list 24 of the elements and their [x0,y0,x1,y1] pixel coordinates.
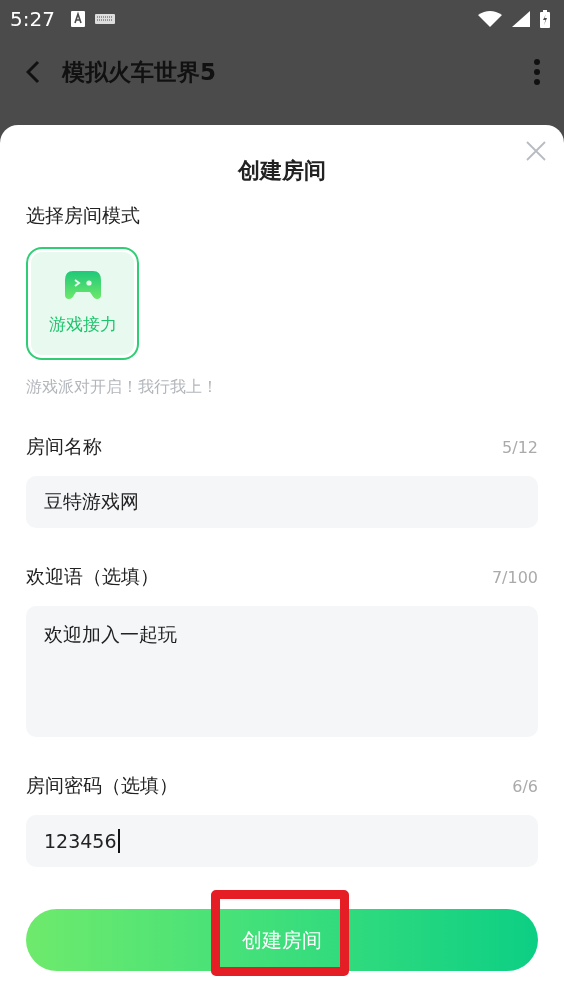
signal-icon [512,11,530,27]
character-count: 5/12 [502,437,538,457]
back-icon[interactable] [26,60,40,84]
field-label: 欢迎语（选填） [26,564,159,589]
section-label: 选择房间模式 [26,203,141,228]
sheet-title: 创建房间 [238,157,326,185]
mode-label: 游戏接力 [48,313,117,336]
mode-description: 游戏派对开启！我行我上！ [26,377,219,398]
more-icon[interactable] [534,59,540,85]
input-field[interactable]: 豆特游戏网 [26,476,538,528]
field-label: 房间密码（选填） [26,773,178,798]
character-count: 6/6 [512,776,538,796]
input-field[interactable]: 123456 [26,815,538,867]
text-area[interactable]: 欢迎加入一起玩 [26,606,538,737]
battery-icon [540,10,550,28]
wifi-icon [478,11,502,27]
gamepad-icon [64,271,101,299]
keyboard-icon [94,14,115,24]
page-title: 模拟火车世界5 [62,57,216,87]
keyboard-layout-icon [70,11,85,27]
character-count: 7/100 [491,567,538,587]
close-icon[interactable] [526,141,546,161]
status-time: 5:27 [10,7,55,31]
field-label: 房间名称 [26,434,102,459]
